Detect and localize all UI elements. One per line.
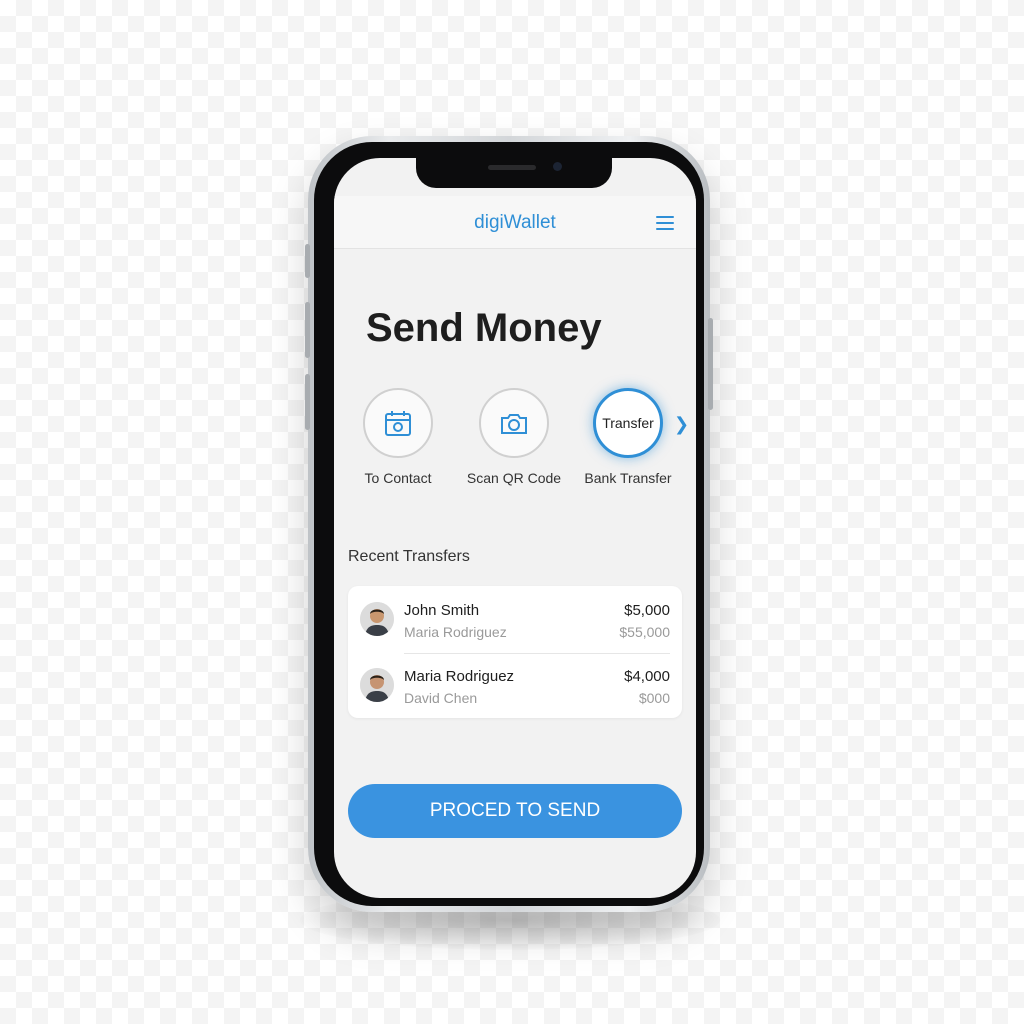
transfer-subtitle: David Chen — [404, 690, 478, 706]
camera-icon — [501, 414, 527, 434]
hamburger-menu-icon[interactable] — [656, 216, 674, 230]
speaker-grille — [488, 165, 536, 170]
front-camera — [553, 162, 562, 171]
transfer-sub-amount: $55,000 — [619, 624, 670, 640]
option-bank-transfer-icon-text: Transfer — [602, 415, 654, 431]
option-scan-qr-circle — [479, 388, 549, 458]
option-bank-transfer-label: Bank Transfer — [584, 470, 672, 486]
transfer-row[interactable]: Maria Rodriguez David Chen $4,000 $000 — [360, 662, 670, 714]
volume-up-button — [305, 302, 310, 358]
transfer-amount: $4,000 — [624, 668, 670, 685]
transfer-amount: $5,000 — [624, 602, 670, 619]
row-divider — [404, 653, 670, 654]
option-scan-qr-code[interactable]: Scan QR Code — [454, 388, 574, 486]
app-header: digiWallet — [334, 196, 696, 249]
proceed-to-send-button[interactable]: PROCED TO SEND — [348, 784, 682, 838]
option-bank-transfer[interactable]: Transfer Bank Transfer — [568, 388, 688, 486]
option-to-contact-label: To Contact — [364, 470, 432, 486]
phone-frame: digiWallet Send Money To Contact Scan QR… — [305, 136, 713, 912]
notch — [416, 158, 612, 188]
phone-bezel: digiWallet Send Money To Contact Scan QR… — [314, 142, 704, 906]
page-title: Send Money — [366, 306, 602, 350]
app-title: digiWallet — [474, 212, 556, 233]
option-scan-qr-label: Scan QR Code — [466, 470, 562, 486]
option-to-contact[interactable]: To Contact — [338, 388, 458, 486]
chevron-right-icon[interactable]: ❯ — [674, 414, 689, 435]
transfer-name: Maria Rodriguez — [404, 668, 515, 685]
calendar-icon — [385, 411, 411, 436]
avatar — [360, 668, 394, 702]
recent-transfers-card: John Smith Maria Rodriguez $5,000 $55,00… — [348, 586, 682, 718]
option-bank-transfer-circle: Transfer — [593, 388, 663, 458]
transfer-subtitle: Maria Rodriguez — [404, 624, 507, 640]
transfer-name: John Smith — [404, 602, 480, 619]
transfer-row[interactable]: John Smith Maria Rodriguez $5,000 $55,00… — [360, 596, 670, 648]
avatar — [360, 602, 394, 636]
phone-screen: digiWallet Send Money To Contact Scan QR… — [334, 158, 696, 898]
option-to-contact-circle — [363, 388, 433, 458]
recent-transfers-title: Recent Transfers — [348, 548, 470, 565]
volume-down-button — [305, 374, 310, 430]
transfer-sub-amount: $000 — [638, 690, 670, 706]
mute-switch — [305, 244, 310, 278]
power-button — [708, 318, 713, 410]
